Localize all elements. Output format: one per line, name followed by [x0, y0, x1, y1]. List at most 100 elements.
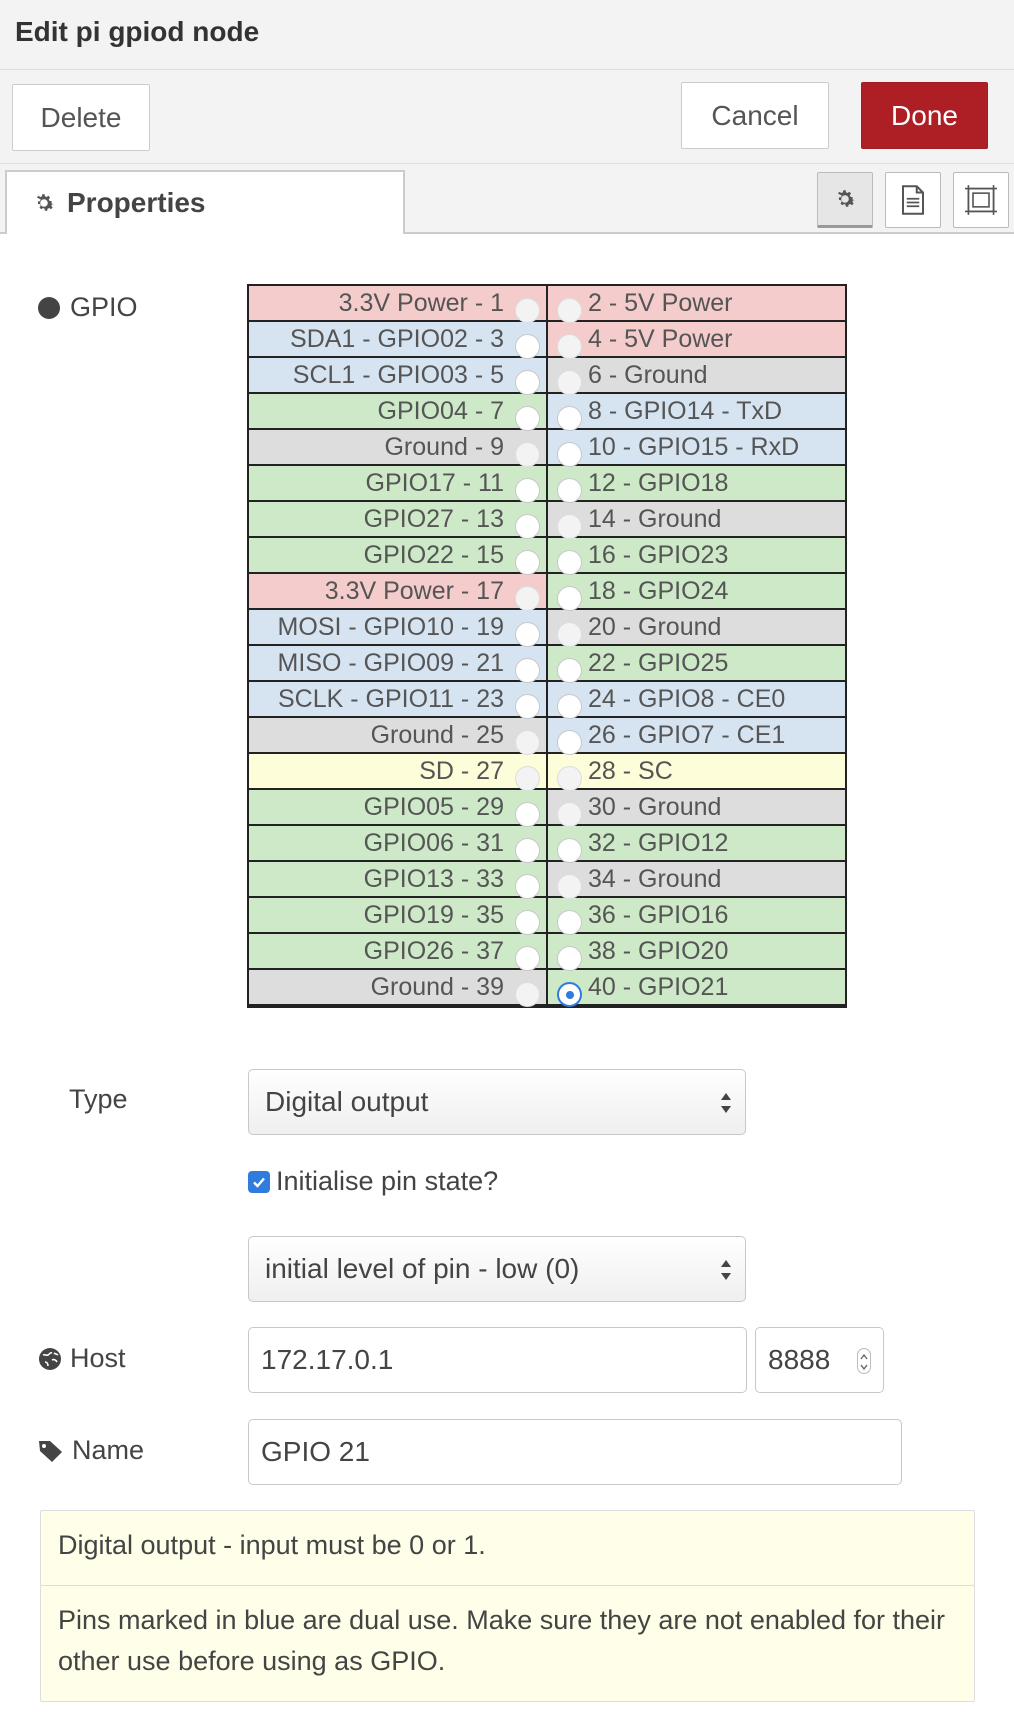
pin-right[interactable]: 14 - Ground: [548, 502, 845, 539]
pin-radio[interactable]: [557, 694, 582, 719]
pin-left[interactable]: GPIO13 - 33: [249, 862, 546, 899]
port-spinner[interactable]: [857, 1348, 871, 1374]
pin-left[interactable]: GPIO19 - 35: [249, 898, 546, 935]
pin-radio[interactable]: [515, 910, 540, 935]
pin-right[interactable]: 8 - GPIO14 - TxD: [548, 394, 845, 431]
pin-right[interactable]: 22 - GPIO25: [548, 646, 845, 683]
pin-radio[interactable]: [515, 514, 540, 539]
help-box-type: Digital output - input must be 0 or 1.: [40, 1510, 975, 1586]
pin-right[interactable]: 20 - Ground: [548, 610, 845, 647]
pin-radio[interactable]: [515, 370, 540, 395]
initialise-checkbox[interactable]: [248, 1170, 270, 1193]
pin-radio[interactable]: [557, 946, 582, 971]
initialise-checkbox-row[interactable]: Initialise pin state?: [248, 1166, 498, 1197]
pin-left[interactable]: 3.3V Power - 17: [249, 574, 546, 611]
name-input[interactable]: GPIO 21: [248, 1419, 902, 1485]
pin-label: 3.3V Power - 17: [324, 577, 504, 605]
pin-radio[interactable]: [557, 586, 582, 611]
pin-label: GPIO26 - 37: [363, 937, 504, 965]
pin-left[interactable]: MOSI - GPIO10 - 19: [249, 610, 546, 647]
pin-label: 18 - GPIO24: [588, 577, 729, 605]
pin-right[interactable]: 12 - GPIO18: [548, 466, 845, 503]
pin-right[interactable]: 18 - GPIO24: [548, 574, 845, 611]
pin-radio[interactable]: [515, 694, 540, 719]
pin-radio[interactable]: [515, 838, 540, 863]
pin-radio[interactable]: [515, 946, 540, 971]
pin-radio[interactable]: [515, 658, 540, 683]
pin-right[interactable]: 6 - Ground: [548, 358, 845, 395]
pin-right[interactable]: 30 - Ground: [548, 790, 845, 827]
initial-level-select[interactable]: initial level of pin - low (0): [248, 1236, 746, 1302]
pin-left[interactable]: GPIO05 - 29: [249, 790, 546, 827]
pin-left[interactable]: Ground - 9: [249, 430, 546, 467]
pin-right[interactable]: 32 - GPIO12: [548, 826, 845, 863]
pin-label: GPIO04 - 7: [377, 397, 504, 425]
tab-appearance[interactable]: [953, 172, 1009, 228]
pin-left[interactable]: GPIO27 - 13: [249, 502, 546, 539]
pin-radio[interactable]: [557, 982, 582, 1007]
tab-properties[interactable]: Properties: [5, 170, 405, 234]
help-text-type: Digital output - input must be 0 or 1.: [58, 1530, 486, 1560]
pin-radio[interactable]: [557, 910, 582, 935]
pin-radio[interactable]: [557, 442, 582, 467]
pin-radio[interactable]: [515, 478, 540, 503]
pin-radio[interactable]: [557, 478, 582, 503]
pin-right[interactable]: 16 - GPIO23: [548, 538, 845, 575]
pin-radio[interactable]: [515, 550, 540, 575]
done-button[interactable]: Done: [861, 82, 988, 149]
pin-left[interactable]: GPIO06 - 31: [249, 826, 546, 863]
pin-row: GPIO17 - 11 12 - GPIO18: [249, 466, 845, 503]
pin-right[interactable]: 10 - GPIO15 - RxD: [548, 430, 845, 467]
port-input[interactable]: 8888: [755, 1327, 884, 1393]
pin-right[interactable]: 28 - SC: [548, 754, 845, 791]
pin-radio[interactable]: [515, 334, 540, 359]
pin-left[interactable]: SDA1 - GPIO02 - 3: [249, 322, 546, 359]
tab-description[interactable]: [885, 172, 941, 228]
pin-right[interactable]: 38 - GPIO20: [548, 934, 845, 971]
pin-left[interactable]: SCLK - GPIO11 - 23: [249, 682, 546, 719]
type-select-value: Digital output: [265, 1086, 429, 1117]
cancel-button[interactable]: Cancel: [681, 82, 829, 149]
port-input-value: 8888: [768, 1344, 831, 1375]
pin-right[interactable]: 26 - GPIO7 - CE1: [548, 718, 845, 755]
pin-row: SD - 27 28 - SC: [249, 754, 845, 791]
pin-label: 12 - GPIO18: [588, 469, 729, 497]
pin-row: 3.3V Power - 1 2 - 5V Power: [249, 286, 845, 323]
pin-radio[interactable]: [557, 550, 582, 575]
pin-left[interactable]: Ground - 25: [249, 718, 546, 755]
gpio-pin-table: 3.3V Power - 1 2 - 5V Power SDA1 - GPIO02 …: [247, 284, 847, 1008]
pin-left[interactable]: GPIO17 - 11: [249, 466, 546, 503]
pin-right[interactable]: 40 - GPIO21: [548, 970, 845, 1007]
pin-left[interactable]: SD - 27: [249, 754, 546, 791]
pin-label: 6 - Ground: [588, 361, 708, 389]
host-input-value: 172.17.0.1: [261, 1344, 394, 1375]
pin-radio[interactable]: [515, 802, 540, 827]
pin-radio[interactable]: [557, 730, 582, 755]
pin-label: GPIO27 - 13: [363, 505, 504, 533]
delete-button[interactable]: Delete: [12, 84, 150, 151]
pin-right[interactable]: 36 - GPIO16: [548, 898, 845, 935]
pin-left[interactable]: Ground - 39: [249, 970, 546, 1007]
pin-radio[interactable]: [557, 838, 582, 863]
pin-right[interactable]: 2 - 5V Power: [548, 286, 845, 323]
pin-row: SCLK - GPIO11 - 23 24 - GPIO8 - CE0: [249, 682, 845, 719]
pin-radio[interactable]: [557, 658, 582, 683]
pin-radio[interactable]: [515, 406, 540, 431]
pin-radio[interactable]: [515, 622, 540, 647]
pin-left[interactable]: GPIO26 - 37: [249, 934, 546, 971]
pin-left[interactable]: 3.3V Power - 1: [249, 286, 546, 323]
host-input[interactable]: 172.17.0.1: [248, 1327, 747, 1393]
pin-left[interactable]: MISO - GPIO09 - 21: [249, 646, 546, 683]
type-select[interactable]: Digital output: [248, 1069, 746, 1135]
pin-radio[interactable]: [515, 874, 540, 899]
pin-row: GPIO26 - 37 38 - GPIO20: [249, 934, 845, 971]
pin-radio[interactable]: [557, 406, 582, 431]
pin-left[interactable]: GPIO22 - 15: [249, 538, 546, 575]
pin-left[interactable]: GPIO04 - 7: [249, 394, 546, 431]
tab-settings[interactable]: [817, 172, 873, 228]
pin-label: 2 - 5V Power: [588, 289, 733, 317]
pin-left[interactable]: SCL1 - GPIO03 - 5: [249, 358, 546, 395]
pin-right[interactable]: 34 - Ground: [548, 862, 845, 899]
pin-right[interactable]: 24 - GPIO8 - CE0: [548, 682, 845, 719]
pin-right[interactable]: 4 - 5V Power: [548, 322, 845, 359]
